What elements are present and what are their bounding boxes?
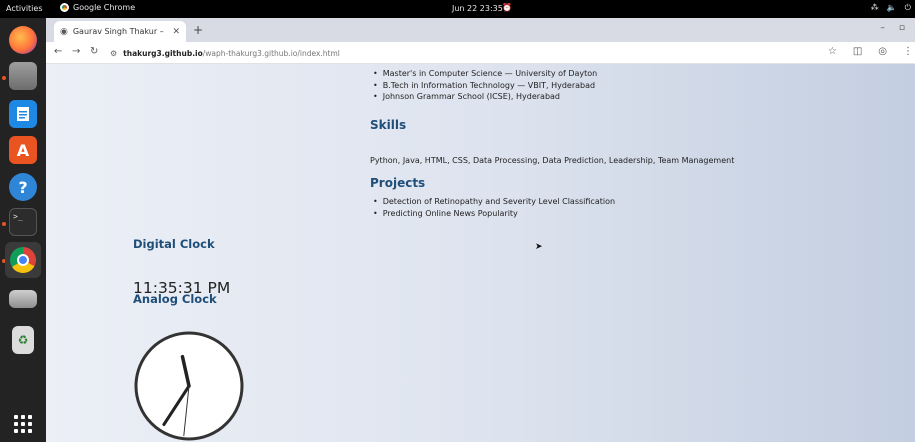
power-icon[interactable]: ⏻ <box>905 3 911 13</box>
bookmark-star-icon[interactable]: ☆ <box>828 46 837 57</box>
reload-icon[interactable]: ↻ <box>90 46 98 57</box>
analog-clock-heading: Analog Clock <box>133 292 217 306</box>
show-apps-icon[interactable] <box>9 410 37 438</box>
list-item: Johnson Grammar School (ICSE), Hyderabad <box>373 91 597 103</box>
url-host: thakurg3.github.io <box>123 48 203 58</box>
firefox-icon[interactable] <box>9 26 37 54</box>
files-icon[interactable] <box>9 62 37 90</box>
trash-icon[interactable]: ♻ <box>12 326 34 354</box>
browser-window: ◉ Gaurav Singh Thakur – P ✕ + – ▫ ← → ↻ … <box>46 18 915 442</box>
maximize-button[interactable]: ▫ <box>899 23 905 33</box>
back-icon[interactable]: ← <box>54 46 62 57</box>
list-item: Master's in Computer Science — Universit… <box>373 68 598 80</box>
running-indicator <box>2 76 6 80</box>
education-list: Master's in Computer Science — Universit… <box>373 68 598 103</box>
list-item: Detection of Retinopathy and Severity Le… <box>373 196 615 208</box>
address-bar[interactable]: ⚙ thakurg3.github.io/waph-thakurg3.githu… <box>110 44 830 62</box>
mouse-cursor-icon: ➤ <box>535 242 543 252</box>
terminal-icon[interactable]: >_ <box>9 208 37 236</box>
url-path: /waph-thakurg3.github.io/index.html <box>202 48 340 58</box>
help-icon[interactable]: ? <box>9 173 37 201</box>
clock-datetime[interactable]: Jun 22 23:35 <box>452 4 503 13</box>
minimize-button[interactable]: – <box>880 23 885 33</box>
github-favicon-icon: ◉ <box>60 26 68 37</box>
system-top-bar: Activities Google Chrome Jun 22 23:35 ⏰ … <box>0 0 915 18</box>
site-info-icon[interactable]: ⚙ <box>110 49 117 58</box>
browser-toolbar: ← → ↻ ⚙ thakurg3.github.io/waph-thakurg3… <box>46 42 915 64</box>
menu-icon[interactable]: ⋮ <box>903 46 913 57</box>
reading-mode-icon[interactable]: ◫ <box>853 46 862 57</box>
app-store-icon[interactable]: A <box>9 136 37 164</box>
skills-text: Python, Java, HTML, CSS, Data Processing… <box>370 156 735 165</box>
projects-list: Detection of Retinopathy and Severity Le… <box>373 196 615 219</box>
new-tab-button[interactable]: + <box>193 23 203 37</box>
tab-active[interactable]: ◉ Gaurav Singh Thakur – P ✕ <box>54 21 186 42</box>
notification-icon: ⏰ <box>502 3 512 12</box>
profile-icon[interactable]: ◎ <box>878 46 887 57</box>
network-icon[interactable]: ⁂ <box>871 3 879 13</box>
drive-icon[interactable] <box>9 290 37 308</box>
list-item: B.Tech in Information Technology — VBIT,… <box>373 80 597 92</box>
toolbar-actions: ☆ ◫ ◎ ⋮ <box>828 46 913 57</box>
activities-button[interactable]: Activities <box>6 4 43 13</box>
chrome-logo-icon <box>10 247 36 273</box>
analog-clock <box>134 331 244 441</box>
forward-icon[interactable]: → <box>72 46 80 57</box>
list-item: Predicting Online News Popularity <box>373 208 615 220</box>
app-name: Google Chrome <box>73 3 136 12</box>
projects-heading: Projects <box>370 176 426 190</box>
chrome-small-icon <box>60 3 69 12</box>
running-indicator <box>2 222 6 226</box>
dock: A ? >_ ♻ <box>0 18 46 442</box>
window-controls: – ▫ <box>880 23 905 33</box>
document-icon <box>17 107 29 121</box>
writer-icon[interactable] <box>9 100 37 128</box>
tab-strip: ◉ Gaurav Singh Thakur – P ✕ + – ▫ <box>46 18 915 42</box>
app-menu[interactable]: Google Chrome <box>60 3 135 12</box>
chrome-icon[interactable] <box>5 242 41 278</box>
tab-title: Gaurav Singh Thakur – P <box>72 27 168 36</box>
page-content: Master's in Computer Science — Universit… <box>46 64 915 442</box>
system-tray[interactable]: ⁂ 🔈 ⏻ <box>871 3 911 13</box>
close-tab-icon[interactable]: ✕ <box>172 27 180 37</box>
skills-heading: Skills <box>370 118 407 132</box>
volume-icon[interactable]: 🔈 <box>887 3 897 13</box>
digital-clock-heading: Digital Clock <box>133 237 215 251</box>
